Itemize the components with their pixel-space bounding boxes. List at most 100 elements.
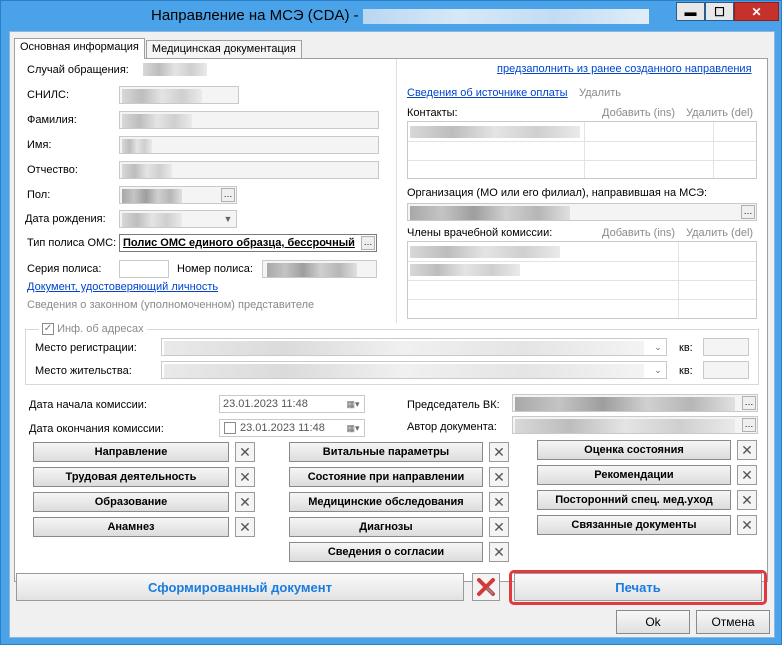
dialog-window: Направление на МСЭ (CDA) - ▬ ☐ ✕ Основна… xyxy=(0,0,782,645)
case-value-redacted xyxy=(143,63,207,76)
payment-source-link[interactable]: Сведения об источнике оплаты xyxy=(407,87,568,99)
close-icon[interactable]: ✕ xyxy=(235,442,255,462)
close-icon[interactable]: ✕ xyxy=(737,515,757,535)
contacts-delete[interactable]: Удалить (del) xyxy=(686,107,753,119)
commission-end-label: Дата окончания комиссии: xyxy=(29,423,164,435)
close-icon[interactable]: ✕ xyxy=(737,465,757,485)
commission-add[interactable]: Добавить (ins) xyxy=(602,227,675,239)
section-button-diagnoses[interactable]: Диагнозы xyxy=(289,517,483,537)
policy-type-field[interactable]: Полис ОМС единого образца, бессрочный … xyxy=(119,234,377,252)
section-button-work[interactable]: Трудовая деятельность xyxy=(33,467,229,487)
section-button-anamnesis[interactable]: Анамнез xyxy=(33,517,229,537)
snils-label: СНИЛС: xyxy=(27,89,70,101)
name-field[interactable] xyxy=(119,136,379,154)
generated-document-button[interactable]: Сформированный документ xyxy=(16,573,464,601)
section-button-education[interactable]: Образование xyxy=(33,492,229,512)
policy-series-field[interactable] xyxy=(119,260,169,278)
org-field[interactable]: … xyxy=(407,203,757,221)
commission-label: Члены врачебной комиссии: xyxy=(407,227,553,239)
print-button[interactable]: Печать xyxy=(514,573,762,601)
policy-type-select-icon[interactable]: … xyxy=(361,236,375,250)
snils-field[interactable] xyxy=(119,86,239,104)
prefill-link[interactable]: предзаполнить из ранее созданного направ… xyxy=(497,63,752,75)
birthdate-label: Дата рождения: xyxy=(25,213,106,225)
policy-type-value: Полис ОМС единого образца, бессрочный xyxy=(123,237,355,249)
calendar-icon[interactable]: ▦▾ xyxy=(343,421,363,435)
close-icon[interactable]: ✕ xyxy=(489,492,509,512)
address-group-label: Инф. об адресах xyxy=(57,323,144,336)
contacts-list[interactable] xyxy=(407,121,757,179)
sex-label: Пол: xyxy=(27,189,51,201)
tab-medical-docs[interactable]: Медицинская документация xyxy=(145,40,302,59)
close-icon[interactable]: ✕ xyxy=(489,517,509,537)
chevron-down-icon[interactable]: ⌄ xyxy=(651,340,665,354)
section-button-linked-docs[interactable]: Связанные документы xyxy=(537,515,731,535)
sex-field[interactable]: … xyxy=(119,186,237,204)
chair-field[interactable]: … xyxy=(512,394,758,412)
surname-label: Фамилия: xyxy=(27,114,77,126)
org-select-icon[interactable]: … xyxy=(741,205,755,219)
title-bar[interactable]: Направление на МСЭ (CDA) - ▬ ☐ ✕ xyxy=(1,1,781,31)
registration-apt-field[interactable] xyxy=(703,338,749,356)
calendar-icon[interactable]: ▦▾ xyxy=(343,397,363,411)
main-info-panel: Случай обращения: предзаполнить из ранее… xyxy=(14,58,768,582)
commission-end-field[interactable]: 23.01.2023 11:48 ▦▾ xyxy=(219,419,365,437)
commission-start-field[interactable]: 23.01.2023 11:48 ▦▾ xyxy=(219,395,365,413)
commission-end-value: 23.01.2023 11:48 xyxy=(240,422,325,434)
chevron-down-icon[interactable]: ⌄ xyxy=(651,363,665,377)
window-title: Направление на МСЭ (CDA) - xyxy=(151,7,359,24)
close-icon[interactable]: ✕ xyxy=(489,542,509,562)
name-label: Имя: xyxy=(27,139,52,151)
representative-text[interactable]: Сведения о законном (уполномоченном) пре… xyxy=(27,299,314,311)
patronymic-field[interactable] xyxy=(119,161,379,179)
policy-number-label: Номер полиса: xyxy=(177,263,253,275)
commission-start-label: Дата начала комиссии: xyxy=(29,399,147,411)
section-button-examinations[interactable]: Медицинские обследования xyxy=(289,492,483,512)
close-icon[interactable]: ✕ xyxy=(235,492,255,512)
sex-select-icon[interactable]: … xyxy=(221,188,235,202)
commission-delete[interactable]: Удалить (del) xyxy=(686,227,753,239)
section-button-assessment[interactable]: Оценка состояния xyxy=(537,440,731,460)
patronymic-label: Отчество: xyxy=(27,164,78,176)
policy-number-field[interactable] xyxy=(262,260,377,278)
registration-field[interactable]: ⌄ xyxy=(161,338,667,356)
contacts-add[interactable]: Добавить (ins) xyxy=(602,107,675,119)
minimize-button[interactable]: ▬ xyxy=(676,2,705,21)
section-button-condition[interactable]: Состояние при направлении xyxy=(289,467,483,487)
cancel-button[interactable]: Отмена xyxy=(696,610,770,634)
surname-field[interactable] xyxy=(119,111,379,129)
close-icon[interactable]: ✕ xyxy=(489,442,509,462)
tab-main-info[interactable]: Основная информация xyxy=(14,38,145,59)
commission-list[interactable] xyxy=(407,241,757,319)
residence-apt-field[interactable] xyxy=(703,361,749,379)
section-button-vitals[interactable]: Витальные параметры xyxy=(289,442,483,462)
close-icon[interactable]: ✕ xyxy=(737,440,757,460)
close-button[interactable]: ✕ xyxy=(734,2,779,21)
close-icon[interactable]: ✕ xyxy=(737,490,757,510)
close-icon[interactable]: ✕ xyxy=(235,467,255,487)
registration-label: Место регистрации: xyxy=(35,342,137,354)
section-button-care[interactable]: Посторонний спец. мед.уход xyxy=(537,490,731,510)
author-select-icon[interactable]: … xyxy=(742,418,756,432)
close-icon[interactable]: ✕ xyxy=(489,467,509,487)
section-button-consent[interactable]: Сведения о согласии xyxy=(289,542,483,562)
author-field[interactable]: … xyxy=(512,416,758,434)
registration-apt-label: кв: xyxy=(679,342,693,354)
chair-select-icon[interactable]: … xyxy=(742,396,756,410)
policy-type-label: Тип полиса ОМС: xyxy=(27,237,117,249)
close-icon[interactable]: ✕ xyxy=(235,517,255,537)
residence-field[interactable]: ⌄ xyxy=(161,361,667,379)
identity-doc-link[interactable]: Документ, удостоверяющий личность xyxy=(27,281,218,293)
address-checkbox[interactable]: ✓ xyxy=(42,323,54,336)
commission-end-checkbox[interactable] xyxy=(224,422,236,434)
section-button-recommendations[interactable]: Рекомендации xyxy=(537,465,731,485)
ok-button[interactable]: Ok xyxy=(616,610,690,634)
address-legend: ✓ Инф. об адресах xyxy=(39,323,147,337)
title-redacted xyxy=(363,9,649,24)
maximize-button[interactable]: ☐ xyxy=(705,2,734,21)
section-button-direction[interactable]: Направление xyxy=(33,442,229,462)
chevron-down-icon[interactable]: ▼ xyxy=(221,212,235,226)
birthdate-field[interactable]: ▼ xyxy=(119,210,237,228)
delete-document-button[interactable] xyxy=(472,573,500,601)
org-label: Организация (МО или его филиал), направи… xyxy=(407,187,708,199)
